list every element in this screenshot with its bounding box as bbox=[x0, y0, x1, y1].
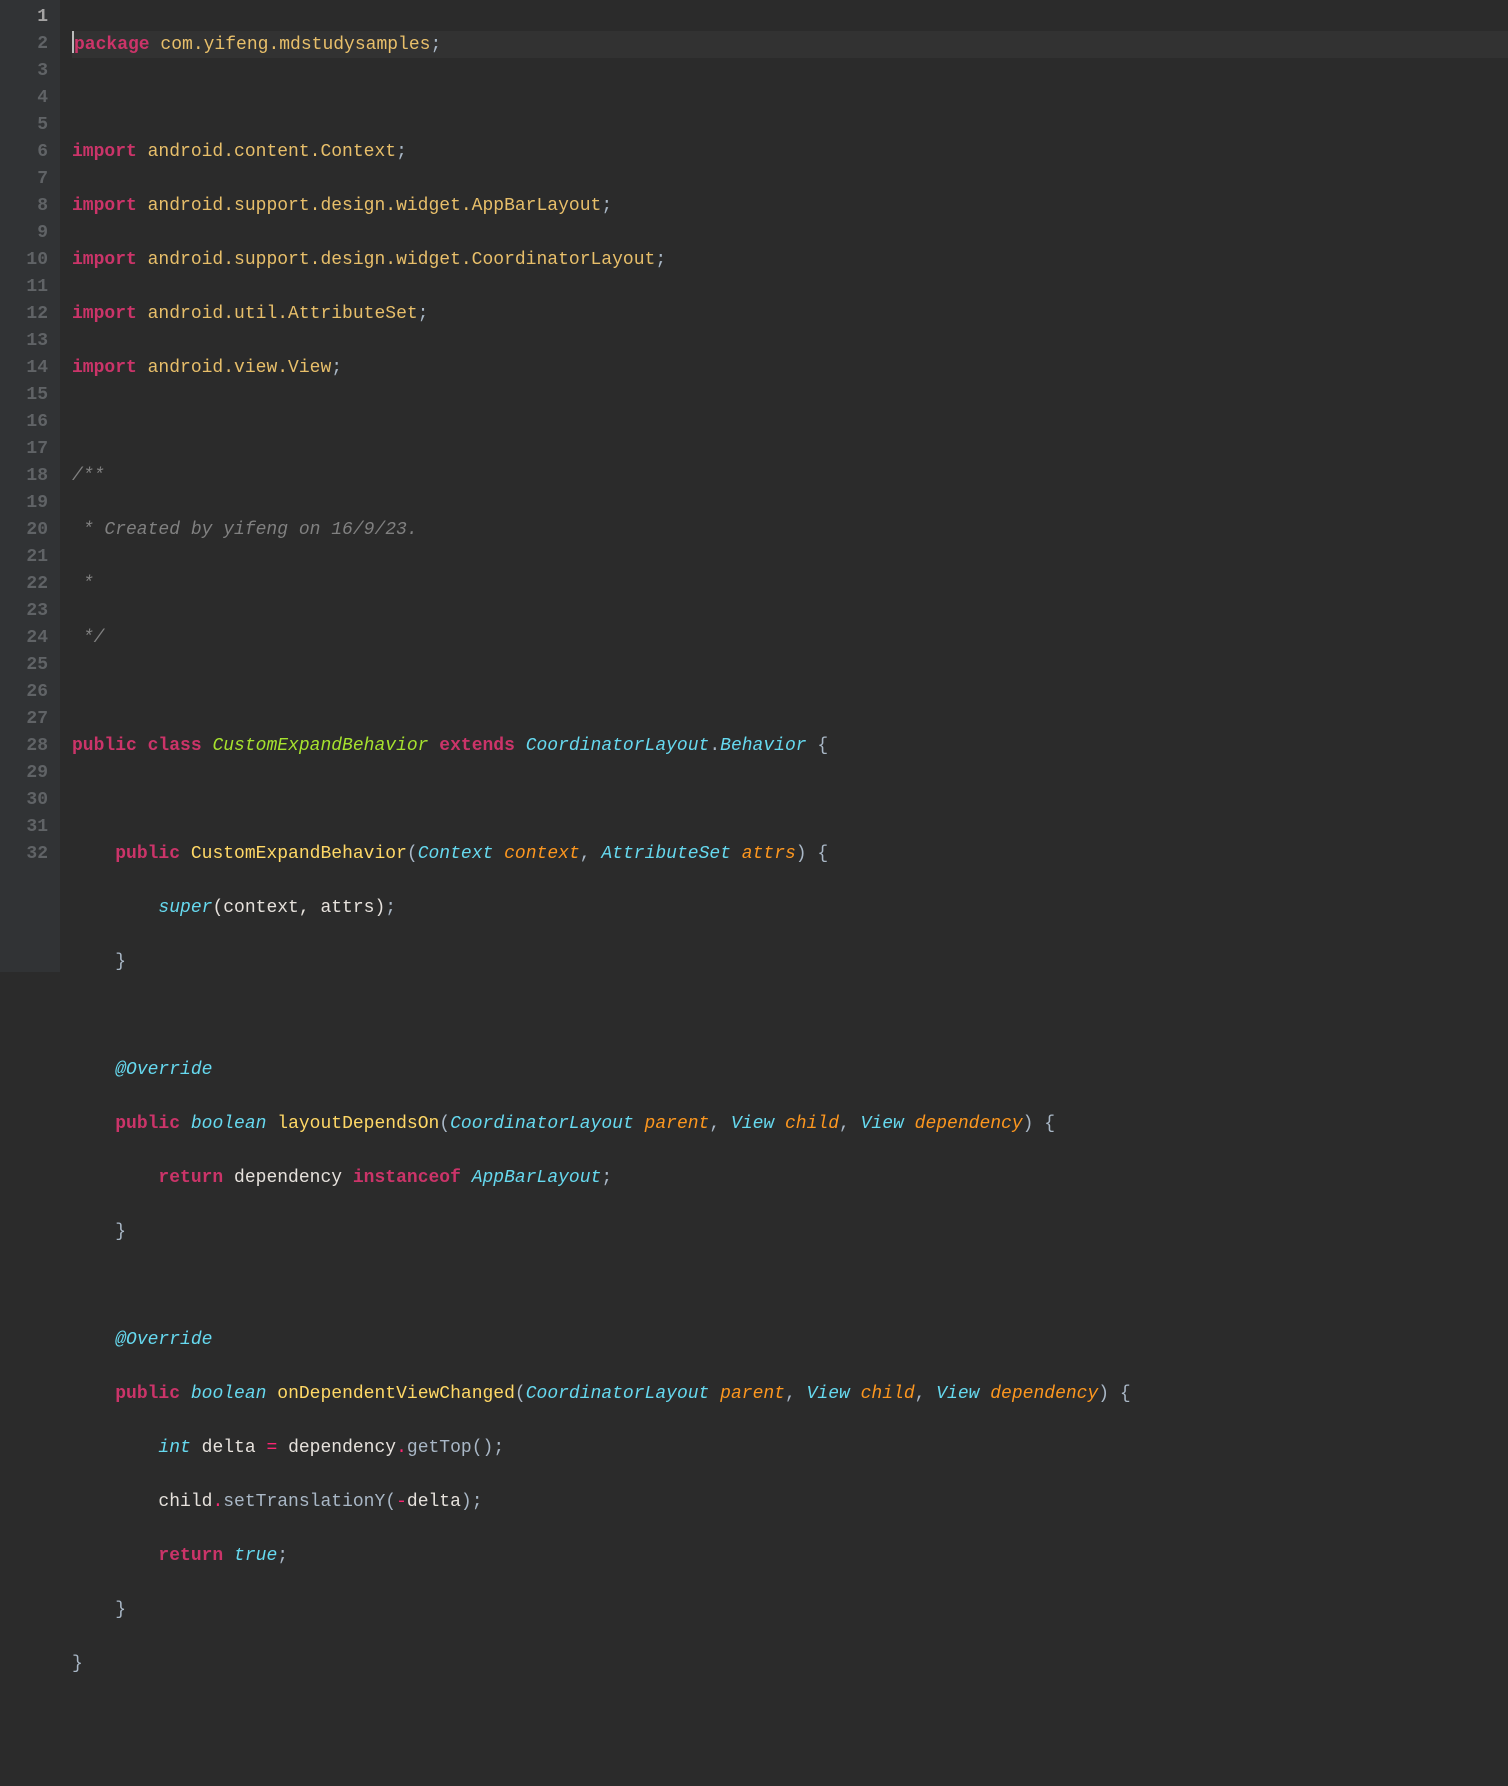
line-number: 21 bbox=[8, 544, 48, 571]
code-line[interactable]: public boolean onDependentViewChanged(Co… bbox=[72, 1381, 1508, 1408]
line-number: 11 bbox=[8, 274, 48, 301]
line-number: 24 bbox=[8, 625, 48, 652]
code-line[interactable]: } bbox=[72, 1597, 1508, 1624]
code-area[interactable]: package com.yifeng.mdstudysamples; impor… bbox=[60, 0, 1508, 972]
line-number: 17 bbox=[8, 436, 48, 463]
line-number: 16 bbox=[8, 409, 48, 436]
code-line[interactable]: } bbox=[72, 1219, 1508, 1246]
line-number: 2 bbox=[8, 31, 48, 58]
code-line[interactable]: import android.support.design.widget.App… bbox=[72, 193, 1508, 220]
code-line[interactable] bbox=[72, 1705, 1508, 1732]
line-number: 8 bbox=[8, 193, 48, 220]
code-line[interactable] bbox=[72, 1003, 1508, 1030]
code-line[interactable]: } bbox=[72, 1651, 1508, 1678]
line-number: 7 bbox=[8, 166, 48, 193]
line-number: 25 bbox=[8, 652, 48, 679]
code-line[interactable] bbox=[72, 409, 1508, 436]
code-line[interactable]: import android.util.AttributeSet; bbox=[72, 301, 1508, 328]
code-line[interactable]: public class CustomExpandBehavior extend… bbox=[72, 733, 1508, 760]
code-line[interactable]: import android.support.design.widget.Coo… bbox=[72, 247, 1508, 274]
code-line[interactable]: public boolean layoutDependsOn(Coordinat… bbox=[72, 1111, 1508, 1138]
code-line[interactable] bbox=[72, 85, 1508, 112]
line-number: 6 bbox=[8, 139, 48, 166]
line-number: 30 bbox=[8, 787, 48, 814]
line-number: 26 bbox=[8, 679, 48, 706]
line-number: 4 bbox=[8, 85, 48, 112]
code-line[interactable]: super(context, attrs); bbox=[72, 895, 1508, 922]
line-number: 14 bbox=[8, 355, 48, 382]
code-line[interactable]: return true; bbox=[72, 1543, 1508, 1570]
code-line[interactable]: return dependency instanceof AppBarLayou… bbox=[72, 1165, 1508, 1192]
code-line[interactable]: package com.yifeng.mdstudysamples; bbox=[72, 31, 1508, 58]
line-number: 23 bbox=[8, 598, 48, 625]
code-line[interactable]: * Created by yifeng on 16/9/23. bbox=[72, 517, 1508, 544]
code-editor[interactable]: 1 2 3 4 5 6 7 8 9 10 11 12 13 14 15 16 1… bbox=[0, 0, 1508, 972]
line-number: 9 bbox=[8, 220, 48, 247]
line-number: 13 bbox=[8, 328, 48, 355]
line-number: 31 bbox=[8, 814, 48, 841]
code-line[interactable]: import android.content.Context; bbox=[72, 139, 1508, 166]
line-number: 3 bbox=[8, 58, 48, 85]
line-number: 32 bbox=[8, 841, 48, 868]
line-number: 27 bbox=[8, 706, 48, 733]
code-line[interactable]: @Override bbox=[72, 1327, 1508, 1354]
code-line[interactable]: int delta = dependency.getTop(); bbox=[72, 1435, 1508, 1462]
code-line[interactable]: child.setTranslationY(-delta); bbox=[72, 1489, 1508, 1516]
line-number: 29 bbox=[8, 760, 48, 787]
code-line[interactable]: */ bbox=[72, 625, 1508, 652]
line-number: 15 bbox=[8, 382, 48, 409]
code-line[interactable] bbox=[72, 679, 1508, 706]
code-line[interactable]: /** bbox=[72, 463, 1508, 490]
line-number: 18 bbox=[8, 463, 48, 490]
line-number: 28 bbox=[8, 733, 48, 760]
line-number: 19 bbox=[8, 490, 48, 517]
code-line[interactable]: * bbox=[72, 571, 1508, 598]
code-line[interactable] bbox=[72, 1273, 1508, 1300]
code-line[interactable]: import android.view.View; bbox=[72, 355, 1508, 382]
line-number: 10 bbox=[8, 247, 48, 274]
line-number: 22 bbox=[8, 571, 48, 598]
line-number: 12 bbox=[8, 301, 48, 328]
code-line[interactable] bbox=[72, 787, 1508, 814]
code-line[interactable]: public CustomExpandBehavior(Context cont… bbox=[72, 841, 1508, 868]
line-number: 5 bbox=[8, 112, 48, 139]
line-number: 1 bbox=[8, 4, 48, 31]
line-number-gutter: 1 2 3 4 5 6 7 8 9 10 11 12 13 14 15 16 1… bbox=[0, 0, 60, 972]
line-number: 20 bbox=[8, 517, 48, 544]
code-line[interactable]: @Override bbox=[72, 1057, 1508, 1084]
